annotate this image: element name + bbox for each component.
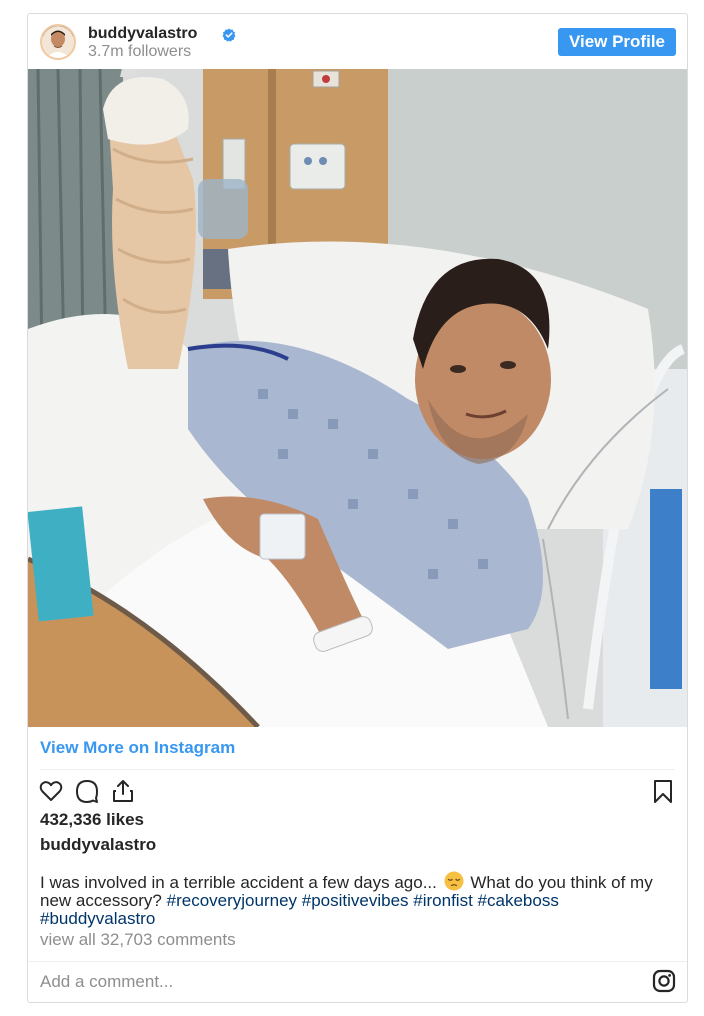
hashtag-link[interactable]: #recoveryjourney bbox=[167, 891, 297, 910]
bookmark-icon[interactable] bbox=[650, 778, 676, 804]
divider bbox=[28, 961, 687, 962]
verified-badge-icon bbox=[222, 28, 236, 42]
caption-username[interactable]: buddyvalastro bbox=[40, 835, 156, 855]
post-image bbox=[28, 69, 687, 727]
hashtag-link[interactable]: #ironfist bbox=[413, 891, 473, 910]
add-comment-input[interactable]: Add a comment... bbox=[40, 972, 173, 992]
heart-icon[interactable] bbox=[38, 778, 64, 804]
view-all-comments-link[interactable]: view all 32,703 comments bbox=[40, 930, 236, 950]
caption-text: I was involved in a terrible accident a … bbox=[40, 873, 437, 892]
instagram-embed-card: buddyvalastro 3.7m followers View Profil… bbox=[27, 13, 688, 1003]
post-photo[interactable] bbox=[28, 69, 687, 727]
username[interactable]: buddyvalastro bbox=[88, 25, 197, 43]
view-more-on-instagram-link[interactable]: View More on Instagram bbox=[40, 738, 235, 758]
like-count[interactable]: 432,336 likes bbox=[40, 810, 144, 830]
view-profile-button[interactable]: View Profile bbox=[557, 28, 676, 56]
hashtag-link[interactable]: #cakeboss bbox=[478, 891, 559, 910]
hashtag-link[interactable]: #buddyvalastro bbox=[40, 909, 155, 928]
follower-count: 3.7m followers bbox=[88, 43, 192, 60]
pensive-face-emoji-icon bbox=[444, 871, 464, 891]
instagram-logo-icon[interactable] bbox=[652, 969, 676, 993]
hashtag-link[interactable]: #positivevibes bbox=[302, 891, 409, 910]
avatar[interactable] bbox=[40, 24, 76, 60]
divider bbox=[40, 769, 675, 770]
share-icon[interactable] bbox=[110, 778, 136, 804]
post-header: buddyvalastro 3.7m followers View Profil… bbox=[28, 14, 687, 69]
action-bar bbox=[36, 778, 679, 804]
comment-icon[interactable] bbox=[74, 778, 100, 804]
post-caption: I was involved in a terrible accident a … bbox=[40, 871, 670, 928]
